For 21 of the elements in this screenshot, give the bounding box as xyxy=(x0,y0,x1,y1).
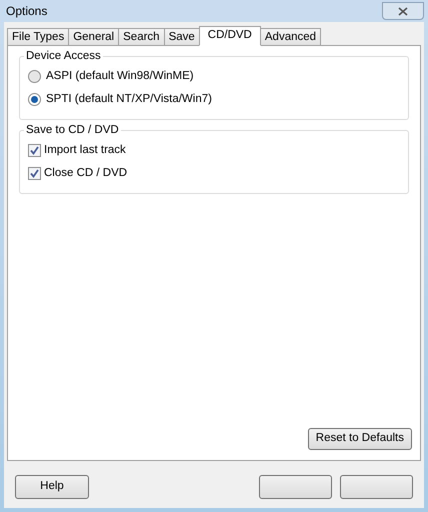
dialog-button[interactable] xyxy=(340,475,413,499)
tab[interactable]: Save xyxy=(164,28,200,46)
checkbox-label: Close CD / DVD xyxy=(44,166,128,181)
radio-button[interactable] xyxy=(28,93,41,106)
tab[interactable]: Advanced xyxy=(260,28,322,46)
radio-label: SPTI (default NT/XP/Vista/Win7) xyxy=(46,92,212,107)
reset-button[interactable]: Reset to Defaults xyxy=(308,428,412,450)
checkbox[interactable] xyxy=(28,167,41,180)
checkbox[interactable] xyxy=(28,144,41,157)
window-title: Options xyxy=(6,3,48,20)
tab[interactable]: Search xyxy=(118,28,165,46)
radio-button[interactable] xyxy=(28,70,41,83)
checkbox-label: Import last track xyxy=(44,142,126,158)
dialog-button[interactable] xyxy=(259,475,332,499)
tab[interactable]: CD/DVD xyxy=(198,26,261,46)
close-button[interactable] xyxy=(382,2,424,20)
tab[interactable]: General xyxy=(68,28,120,46)
help-button[interactable]: Help xyxy=(15,475,89,499)
close-icon xyxy=(398,6,408,16)
radio-label: ASPI (default Win98/WinME) xyxy=(46,68,194,84)
tab[interactable]: File Types xyxy=(7,28,70,46)
